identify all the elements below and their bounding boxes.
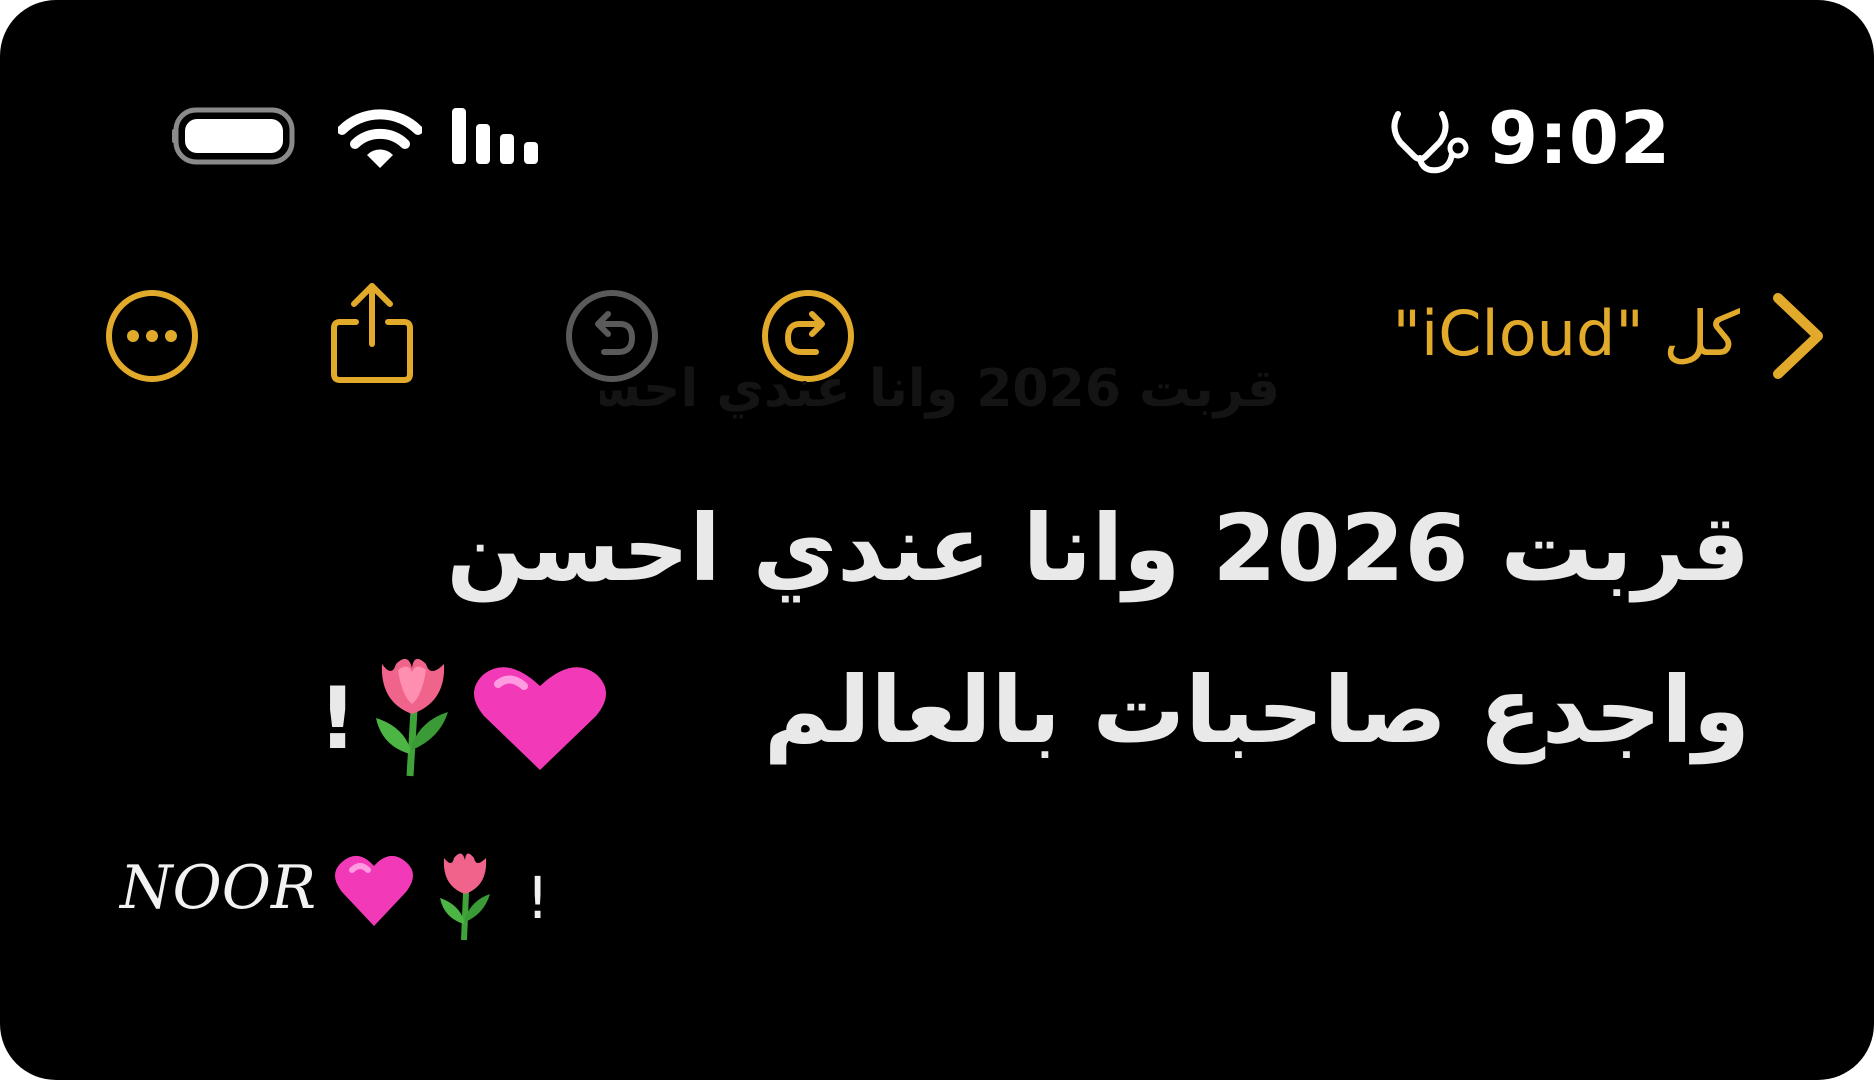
back-folder-label[interactable]: كل "iCloud" — [1300, 296, 1740, 372]
signature-name: NOOR — [120, 853, 317, 923]
signature: NOOR ! — [120, 836, 560, 946]
signature-emoji-row: ! — [335, 853, 549, 941]
notes-screen: 9:02 كل "iCloud" قربت 2026 وانا عندي احس… — [0, 0, 1874, 1080]
title-emoji-row: ! — [318, 658, 606, 777]
chevron-back-icon[interactable] — [1768, 290, 1828, 382]
battery-icon — [172, 107, 295, 165]
signature-exclamation: ! — [526, 864, 549, 932]
tulip-emoji — [440, 853, 490, 941]
pink-heart-emoji — [335, 855, 413, 926]
note-title-line-1: قربت 2026 وانا عندي احسن — [446, 495, 1750, 602]
more-options-button[interactable] — [104, 288, 200, 384]
signal-icon — [452, 108, 538, 164]
stethoscope-icon — [1391, 111, 1469, 174]
pink-heart-emoji — [474, 667, 606, 770]
tulip-emoji — [376, 658, 448, 777]
status-time: 9:02 — [1488, 96, 1672, 180]
share-button[interactable] — [328, 278, 416, 386]
title-exclamation: ! — [318, 669, 357, 769]
wifi-icon — [338, 109, 422, 168]
collapsed-note-title: قربت 2026 وانا عندي احسن — [600, 359, 1280, 419]
